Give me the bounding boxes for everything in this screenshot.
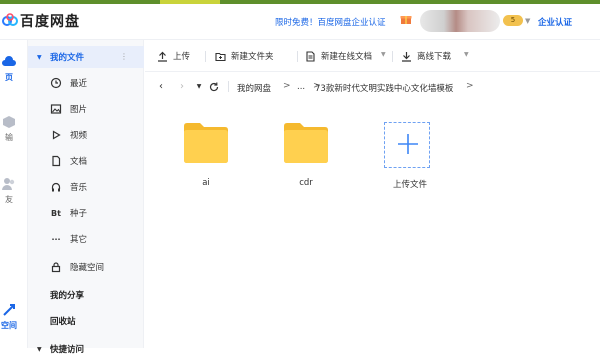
new-folder-label: 新建文件夹 bbox=[231, 52, 274, 62]
sidebar-item-label: 最近 bbox=[70, 79, 88, 89]
upload-file-tile[interactable]: 上传文件 bbox=[372, 120, 442, 200]
music-icon bbox=[51, 182, 61, 192]
friends-icon bbox=[2, 178, 15, 190]
gift-icon[interactable] bbox=[400, 13, 412, 25]
sidebar-item-torrents[interactable]: Bt 种子 bbox=[28, 202, 144, 224]
transfer-icon bbox=[3, 116, 15, 128]
rail-item-transfer[interactable]: 输 bbox=[0, 114, 26, 143]
download-icon bbox=[402, 51, 411, 62]
chevron-down-icon[interactable]: ▼ bbox=[525, 17, 530, 25]
folder-tile[interactable]: ai bbox=[168, 120, 238, 200]
sidebar-item-label: 文档 bbox=[70, 157, 88, 167]
rail-label: 页 bbox=[5, 73, 13, 82]
clock-icon bbox=[50, 77, 62, 89]
sidebar-item-quick-access[interactable]: ▼ 快捷访问 bbox=[28, 338, 144, 360]
breadcrumb-current[interactable]: 73款新时代文明实践中心文化墙模板 bbox=[315, 82, 453, 94]
breadcrumb-separator: > bbox=[466, 81, 474, 91]
sidebar-item-label: 我的文件 bbox=[50, 53, 85, 63]
chevron-down-icon[interactable]: ▼ bbox=[464, 51, 469, 58]
rail-item-space[interactable]: 空间 bbox=[0, 302, 26, 331]
path-navigation: ‹ › ▼ 我的网盘 > ... > 73款新时代文明实践中心文化墙模板 > bbox=[145, 72, 600, 102]
toolbar-divider bbox=[297, 51, 298, 62]
sidebar-item-label: 图片 bbox=[70, 105, 88, 115]
vip-badge[interactable]: 5 bbox=[503, 15, 523, 26]
sidebar-item-label: 隐藏空间 bbox=[70, 263, 105, 273]
rail-item-friends[interactable]: 友 bbox=[0, 176, 26, 205]
sidebar-item-my-files[interactable]: ▼ 我的文件 ⋮ bbox=[28, 46, 144, 68]
sidebar-item-music[interactable]: 音乐 bbox=[28, 176, 144, 198]
upload-dropzone[interactable] bbox=[384, 122, 430, 168]
sidebar-item-recycle-bin[interactable]: 回收站 bbox=[28, 310, 144, 332]
lock-icon bbox=[51, 262, 61, 273]
video-icon bbox=[52, 130, 61, 140]
file-name: cdr bbox=[299, 178, 313, 188]
chevron-down-icon[interactable]: ▼ bbox=[381, 51, 386, 58]
left-rail: 页 输 友 空间 bbox=[0, 40, 28, 348]
rail-label: 空间 bbox=[1, 321, 17, 330]
upload-button[interactable]: 上传 bbox=[157, 50, 190, 62]
more-icon: ··· bbox=[51, 234, 61, 244]
sidebar-item-label: 回收站 bbox=[50, 317, 76, 327]
nav-divider bbox=[228, 81, 229, 92]
file-name: ai bbox=[202, 178, 210, 188]
new-folder-icon bbox=[215, 52, 226, 61]
online-doc-icon bbox=[306, 50, 315, 62]
offline-download-label: 离线下载 bbox=[417, 52, 452, 62]
sidebar-item-documents[interactable]: 文档 bbox=[28, 150, 144, 172]
sidebar: ▼ 我的文件 ⋮ 最近 图片 视频 文档 音乐 Bt 种子 ··· 其它 隐藏空… bbox=[28, 40, 144, 355]
plus-icon bbox=[398, 134, 418, 154]
breadcrumb-ellipsis[interactable]: ... bbox=[297, 82, 305, 92]
user-avatar[interactable] bbox=[420, 10, 500, 32]
document-icon bbox=[52, 155, 61, 167]
sidebar-item-images[interactable]: 图片 bbox=[28, 98, 144, 120]
sidebar-item-label: 我的分享 bbox=[50, 291, 85, 301]
rail-item-home[interactable]: 页 bbox=[0, 54, 26, 83]
sidebar-item-others[interactable]: ··· 其它 bbox=[28, 228, 144, 250]
sidebar-item-my-share[interactable]: 我的分享 bbox=[28, 284, 144, 306]
new-online-doc-label: 新建在线文档 bbox=[321, 52, 373, 62]
bt-icon: Bt bbox=[51, 208, 61, 218]
offline-download-button[interactable]: 离线下载 bbox=[401, 50, 451, 62]
folder-icon bbox=[184, 123, 228, 163]
chevron-down-icon[interactable]: ▼ bbox=[37, 346, 42, 353]
app-header: 百度网盘 限时免费！百度网盘企业认证 5 ▼ 企业认证 bbox=[0, 4, 600, 40]
image-icon bbox=[50, 104, 62, 114]
sidebar-item-label: 快捷访问 bbox=[50, 345, 85, 355]
sidebar-item-recent[interactable]: 最近 bbox=[28, 72, 144, 94]
chevron-down-icon[interactable]: ▼ bbox=[37, 54, 42, 61]
space-icon bbox=[3, 304, 15, 316]
toolbar-divider bbox=[392, 51, 393, 62]
sidebar-item-label: 种子 bbox=[70, 209, 88, 219]
back-arrow-icon[interactable]: ‹ bbox=[155, 81, 167, 93]
refresh-icon[interactable] bbox=[208, 81, 220, 93]
rail-label: 输 bbox=[5, 133, 13, 142]
new-online-doc-button[interactable]: 新建在线文档 bbox=[305, 50, 372, 62]
more-options-icon[interactable]: ⋮ bbox=[120, 52, 128, 61]
cloud-icon bbox=[2, 56, 16, 66]
enterprise-verify-link[interactable]: 企业认证 bbox=[538, 16, 572, 28]
sidebar-item-label: 其它 bbox=[70, 235, 88, 245]
upload-label: 上传 bbox=[173, 52, 191, 62]
toolbar: 上传 新建文件夹 新建在线文档 ▼ 离线下载 ▼ bbox=[145, 40, 600, 72]
folder-tile[interactable]: cdr bbox=[268, 120, 338, 200]
baidu-netdisk-logo bbox=[2, 13, 18, 26]
sidebar-item-videos[interactable]: 视频 bbox=[28, 124, 144, 146]
sidebar-item-label: 视频 bbox=[70, 131, 88, 141]
toolbar-divider bbox=[205, 51, 206, 62]
breadcrumb-separator: > bbox=[283, 81, 291, 91]
rail-label: 友 bbox=[5, 195, 13, 204]
folder-icon bbox=[284, 123, 328, 163]
sidebar-item-hidden-space[interactable]: 隐藏空间 bbox=[28, 256, 144, 278]
upload-file-label: 上传文件 bbox=[392, 180, 427, 190]
upload-icon bbox=[158, 51, 167, 62]
new-folder-button[interactable]: 新建文件夹 bbox=[215, 50, 274, 62]
enterprise-promo-link[interactable]: 限时免费！百度网盘企业认证 bbox=[275, 16, 386, 28]
brand-title[interactable]: 百度网盘 bbox=[20, 11, 80, 31]
forward-arrow-icon[interactable]: › bbox=[176, 81, 188, 93]
history-dropdown-icon[interactable]: ▼ bbox=[193, 81, 205, 93]
file-grid: ai cdr 上传文件 bbox=[145, 102, 600, 348]
breadcrumb-root[interactable]: 我的网盘 bbox=[237, 82, 271, 94]
sidebar-item-label: 音乐 bbox=[70, 183, 88, 193]
